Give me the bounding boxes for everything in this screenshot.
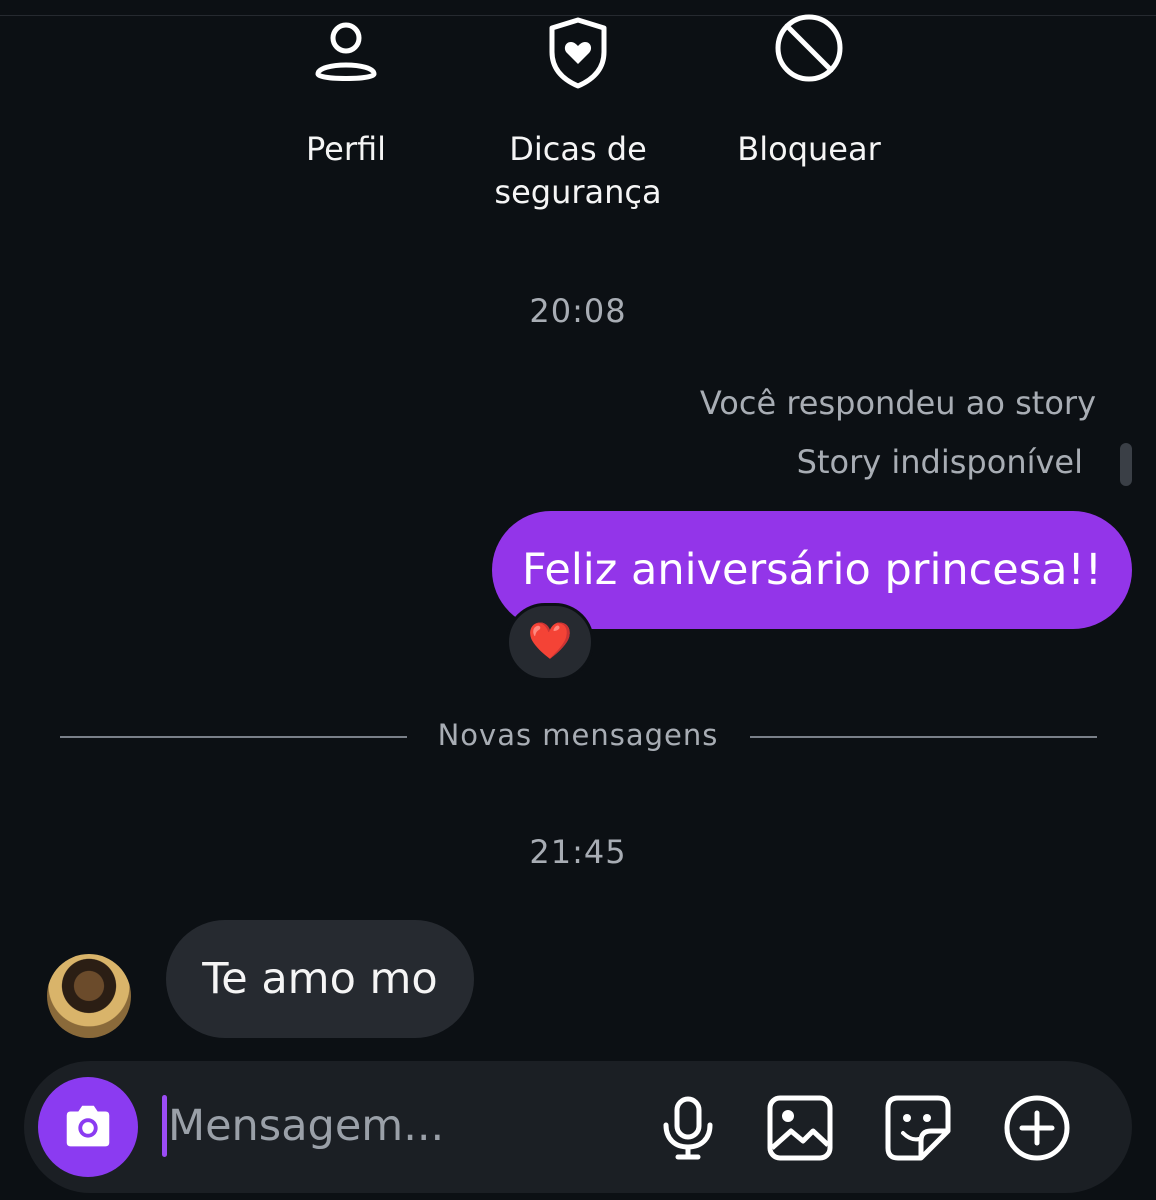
- microphone-icon: [663, 1096, 713, 1160]
- block-action[interactable]: Bloquear: [689, 14, 929, 171]
- person-icon: [315, 22, 377, 81]
- gallery-icon: [767, 1095, 833, 1161]
- sticker-button[interactable]: [883, 1093, 953, 1163]
- plus-icon: [1004, 1095, 1070, 1161]
- shield-heart-icon: [549, 17, 607, 89]
- timestamp: 21:45: [529, 833, 627, 871]
- microphone-button[interactable]: [653, 1093, 723, 1163]
- chat-screen: Perfil Dicas de segurança Bloquear 20:08…: [0, 0, 1156, 1200]
- text-caret: [162, 1095, 167, 1157]
- story-reply-bar: [1120, 443, 1132, 486]
- gallery-button[interactable]: [765, 1093, 835, 1163]
- heart-reaction[interactable]: ❤️: [506, 603, 594, 681]
- profile-label: Perfil: [305, 130, 387, 168]
- timestamp: 20:08: [529, 292, 627, 330]
- incoming-message-bubble[interactable]: Te amo mo: [166, 920, 474, 1038]
- profile-action[interactable]: Perfil: [226, 14, 466, 171]
- more-options-button[interactable]: [1002, 1093, 1072, 1163]
- divider-line: [750, 736, 1097, 738]
- sticker-icon: [885, 1095, 951, 1161]
- safety-tips-label: Dicas de segurança: [494, 130, 662, 211]
- new-messages-label: Novas mensagens: [437, 718, 719, 752]
- story-reply-note: Você respondeu ao story: [699, 384, 1096, 422]
- safety-tips-action[interactable]: Dicas de segurança: [458, 14, 698, 214]
- story-unavailable-note[interactable]: Story indisponível: [797, 443, 1083, 481]
- message-input[interactable]: [168, 1090, 628, 1162]
- block-label: Bloquear: [737, 130, 881, 168]
- outgoing-message-bubble[interactable]: Feliz aniversário princesa!!: [492, 511, 1132, 629]
- block-icon: [775, 14, 843, 82]
- camera-icon: [66, 1105, 110, 1147]
- camera-button[interactable]: [38, 1077, 138, 1177]
- avatar[interactable]: [47, 954, 131, 1038]
